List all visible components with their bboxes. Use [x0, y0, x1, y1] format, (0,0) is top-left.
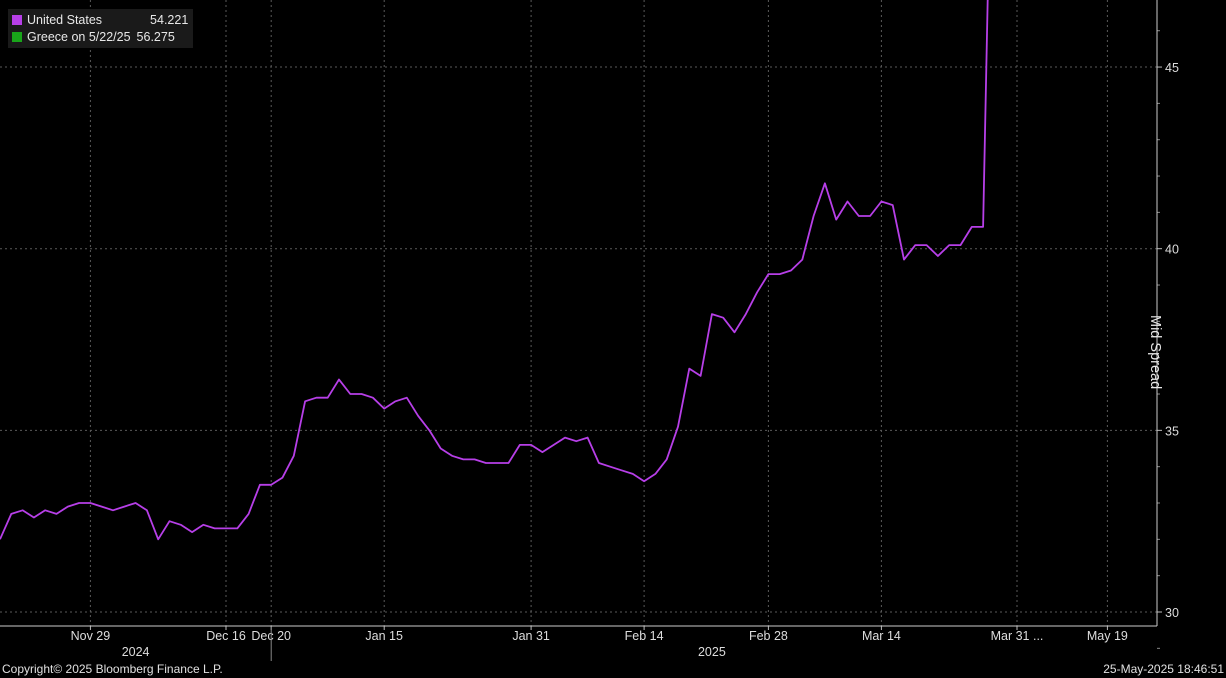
y-tick-label: 35 [1165, 424, 1179, 438]
y-tick-label: 30 [1165, 606, 1179, 620]
x-tick-label: Jan 31 [512, 629, 550, 643]
x-year-label: 2025 [698, 645, 726, 659]
grid-layer [0, 0, 1157, 626]
x-tick-label: Mar 14 [862, 629, 901, 643]
y-tick-label: 45 [1165, 61, 1179, 75]
legend-value-us: 54.221 [150, 12, 189, 27]
x-year-label: 2024 [122, 645, 150, 659]
copyright-text: Copyright© 2025 Bloomberg Finance L.P. [2, 662, 223, 676]
x-tick-label: Mar 31 ... [991, 629, 1044, 643]
legend-value-greece: 56.275 [136, 29, 175, 44]
x-tick-label: Feb 14 [625, 629, 664, 643]
legend: United States 54.221 Greece on 5/22/25 5… [8, 9, 194, 48]
series-line-united-states [0, 0, 989, 541]
series-layer [0, 0, 989, 541]
x-tick-label: Feb 28 [749, 629, 788, 643]
x-tick-label: Dec 16 [206, 629, 246, 643]
x-tick-label: Jan 15 [365, 629, 403, 643]
legend-label-greece: Greece on 5/22/25 [27, 29, 131, 44]
y-axis-title: Mid Spread [1147, 315, 1163, 390]
us-swatch [12, 14, 22, 25]
timestamp-text: 25-May-2025 18:46:51 [1103, 662, 1224, 676]
greece-swatch [12, 31, 22, 42]
y-tick-label: 40 [1165, 243, 1179, 257]
legend-label-us: United States [27, 12, 103, 27]
chart-canvas: 30354045505560Nov 29Dec 16Dec 20Jan 15Ja… [0, 0, 1179, 661]
legend-item-united-states[interactable]: United States 54.221 [12, 11, 188, 28]
legend-item-greece[interactable]: Greece on 5/22/25 56.275 [12, 28, 188, 45]
axes-layer: 30354045505560Nov 29Dec 16Dec 20Jan 15Ja… [0, 0, 1179, 661]
x-tick-label: Nov 29 [71, 629, 111, 643]
x-tick-label: May 19 [1087, 629, 1128, 643]
